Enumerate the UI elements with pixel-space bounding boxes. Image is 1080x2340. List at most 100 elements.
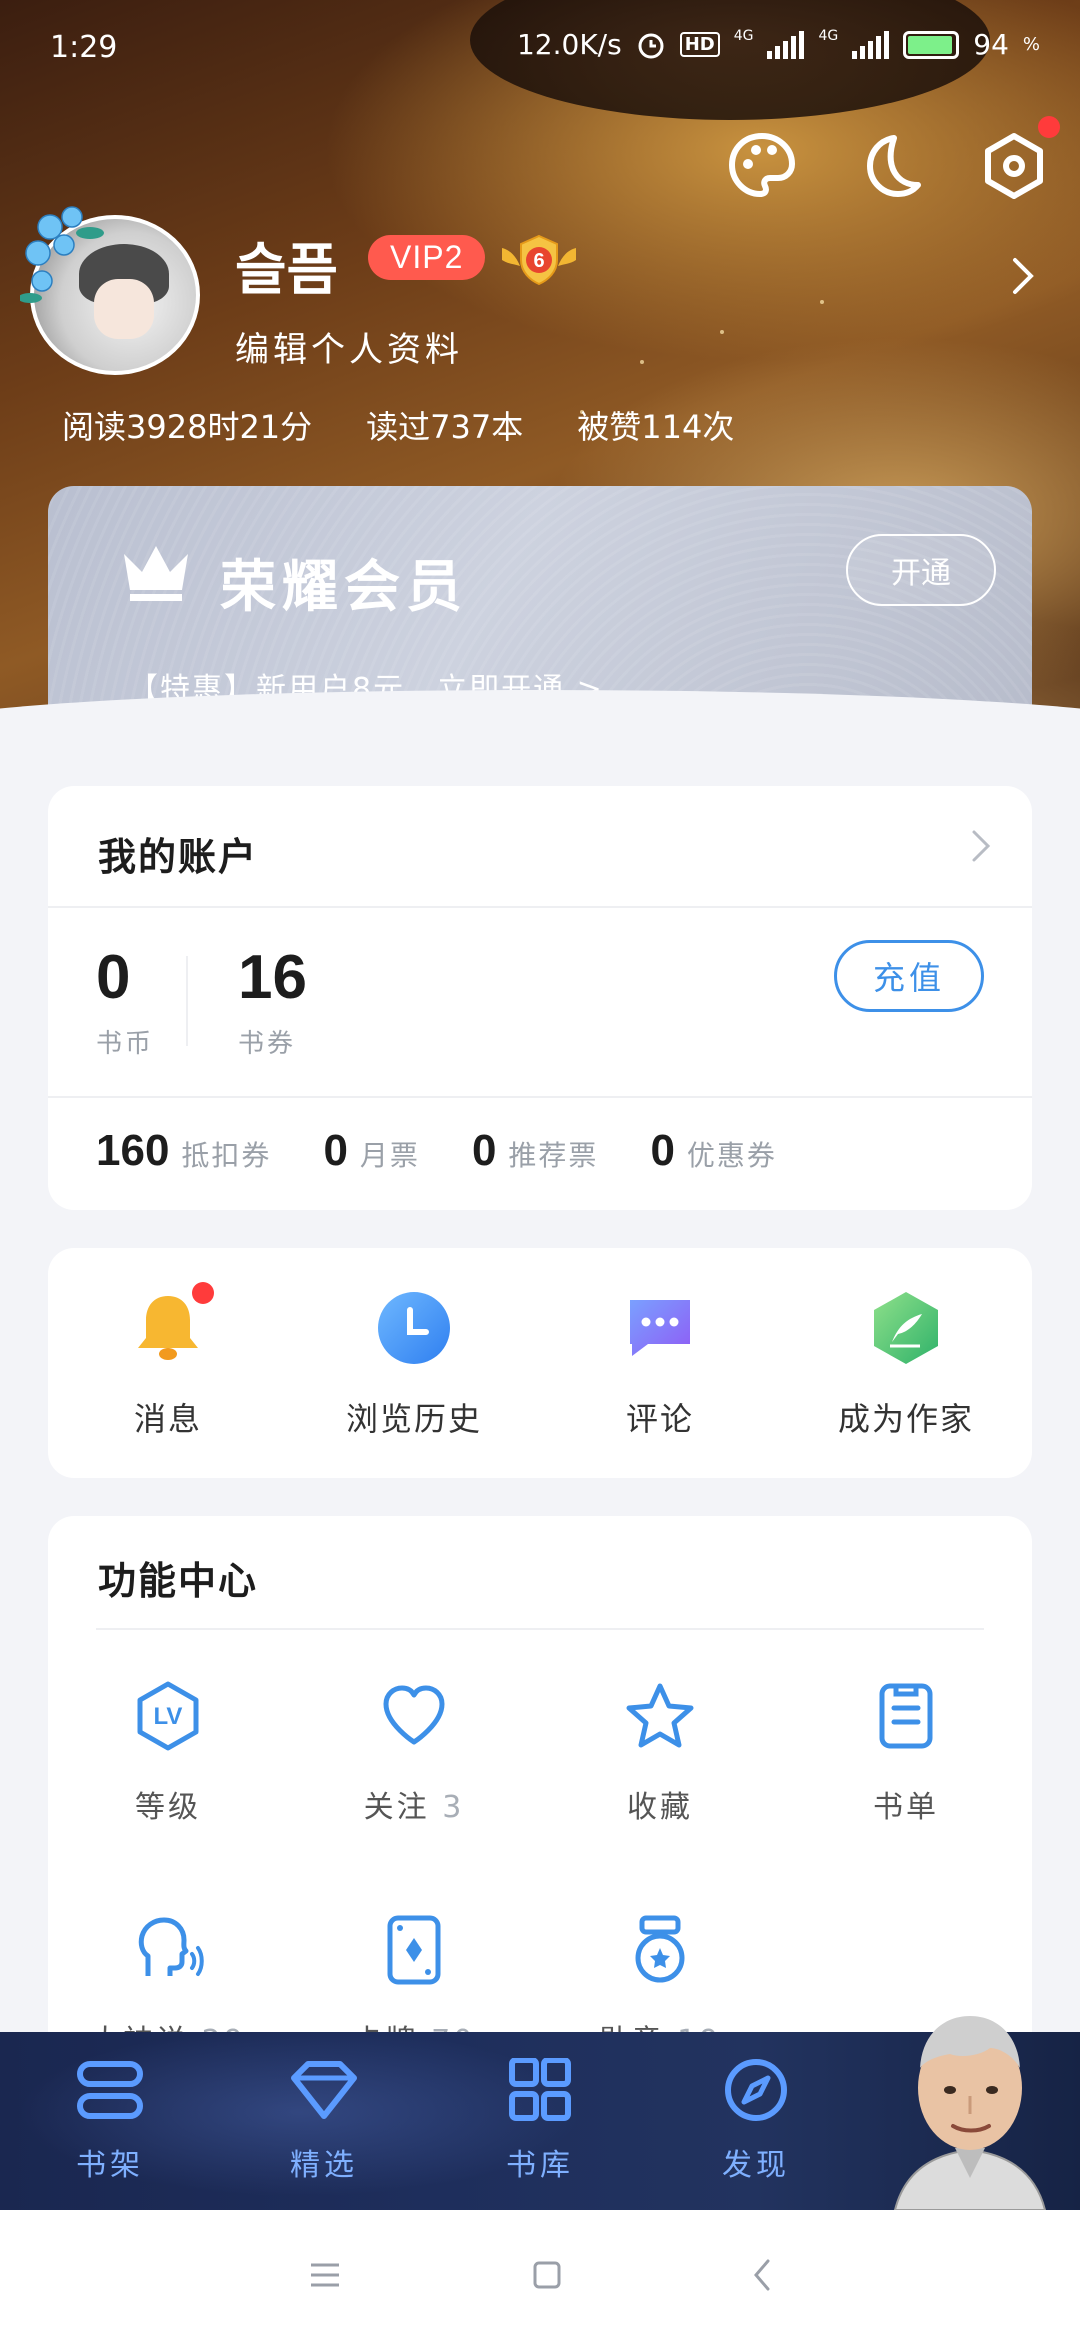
- ticket-coupon[interactable]: 0 优惠券: [650, 1126, 777, 1176]
- quick-label: 成为作家: [837, 1400, 974, 1438]
- net-speed: 12.0K/s: [516, 28, 622, 61]
- moon-icon[interactable]: [850, 128, 926, 204]
- percent-sign: %: [1022, 34, 1040, 55]
- func-count: 3: [442, 1790, 465, 1825]
- level-badge[interactable]: 6: [498, 232, 580, 288]
- ticket-label: 推荐票: [508, 1139, 599, 1172]
- status-bar: 1:29 12.0K/s HD 4G 4G 94 %: [0, 0, 1080, 96]
- func-favorites[interactable]: 收藏: [560, 1678, 760, 1826]
- settings-icon[interactable]: [976, 116, 1060, 204]
- chat-bubble-icon: [620, 1288, 700, 1368]
- nav-library[interactable]: 书库: [470, 2057, 610, 2184]
- func-level[interactable]: LV 等级: [68, 1678, 268, 1826]
- vip-title: 荣耀会员: [220, 555, 468, 620]
- likes-count: 被赞114次: [577, 408, 735, 446]
- flower-decoration: [20, 206, 104, 303]
- feather-icon: [866, 1288, 946, 1368]
- palette-icon[interactable]: [724, 128, 800, 204]
- profile-header: 1:29 12.0K/s HD 4G 4G 94 % 슬픔 VIP2 6 编辑个…: [0, 0, 1080, 720]
- divider: [48, 1096, 1032, 1098]
- edit-profile-link[interactable]: 编辑个人资料: [235, 322, 463, 371]
- vip-membership-card[interactable]: 荣耀会员 开通 【特惠】新用户8元，立即开通 >: [48, 486, 1032, 720]
- nav-label: 精选: [290, 2148, 358, 2183]
- battery-level: 94: [973, 28, 1009, 61]
- nav-label: 发现: [722, 2148, 790, 2183]
- alarm-icon: [638, 33, 664, 58]
- ticket-deduction[interactable]: 160 抵扣券: [96, 1126, 271, 1176]
- avatar[interactable]: [20, 206, 200, 375]
- ticket-value: 0: [471, 1126, 497, 1175]
- ticket-monthly[interactable]: 0 月票: [323, 1126, 420, 1176]
- nav-label: 书库: [506, 2148, 574, 2183]
- svg-text:LV: LV: [154, 1703, 183, 1730]
- func-follow[interactable]: 关注 3: [314, 1678, 514, 1826]
- sparkle: [820, 300, 824, 304]
- ticket-label: 月票: [359, 1139, 420, 1172]
- back-icon[interactable]: [752, 2258, 772, 2292]
- chevron-right-icon[interactable]: [970, 828, 992, 864]
- coins-value: 0: [96, 943, 131, 1012]
- header-actions: [724, 116, 1060, 204]
- books-read: 读过737本: [366, 408, 524, 446]
- function-center-title: 功能中心: [98, 1559, 259, 1603]
- crown-icon: [124, 546, 188, 601]
- speaking-head-icon: [138, 1917, 204, 1976]
- tickets-row: 160 抵扣券 0 月票 0 推荐票 0 优惠券: [96, 1126, 777, 1176]
- vouchers-label: 书券: [238, 1029, 297, 1059]
- quick-label: 评论: [625, 1400, 694, 1438]
- nav-discover[interactable]: 发现: [686, 2058, 826, 2184]
- quick-messages[interactable]: 消息: [68, 1282, 268, 1440]
- quick-actions-card: 消息 浏览历史 评论 成为作家: [48, 1248, 1032, 1478]
- nav-featured[interactable]: 精选: [254, 2058, 394, 2184]
- divider: [96, 1628, 984, 1630]
- nav-bookshelf[interactable]: 书架: [40, 2058, 180, 2184]
- account-card: 我的账户 0 书币 16 书券 充值 160 抵扣券 0 月票 0 推荐票 0 优惠券: [48, 786, 1032, 1210]
- bookshelf-icon: [77, 2061, 143, 2119]
- status-indicators: 12.0K/s HD 4G 4G 94 %: [517, 28, 1040, 61]
- battery-icon: [903, 30, 960, 59]
- signal-icon: [852, 30, 890, 59]
- compass-icon: [725, 2059, 787, 2121]
- func-booklist[interactable]: 书单: [806, 1678, 1006, 1826]
- nav-label: 书架: [76, 2148, 144, 2183]
- level-number: 6: [533, 250, 544, 272]
- func-label: 书单: [873, 1790, 939, 1825]
- ticket-label: 优惠券: [686, 1139, 777, 1172]
- quick-history[interactable]: 浏览历史: [314, 1288, 514, 1440]
- username: 슬픔: [235, 238, 339, 303]
- sparkle: [640, 360, 644, 364]
- account-title[interactable]: 我的账户: [98, 826, 258, 881]
- star-icon: [626, 1683, 694, 1748]
- recharge-button[interactable]: 充值: [834, 940, 984, 1012]
- notification-dot: [1038, 116, 1060, 138]
- vouchers-balance[interactable]: 16 书券: [238, 942, 307, 1060]
- vip-badge[interactable]: VIP2: [368, 235, 486, 280]
- coins-label: 书币: [96, 1029, 155, 1059]
- quick-become-writer[interactable]: 成为作家: [806, 1288, 1006, 1440]
- ticket-value: 0: [323, 1126, 348, 1175]
- medal-icon: [635, 1915, 685, 1983]
- function-center-card: 功能中心 LV 等级 关注 3 收藏 书单 大神说 29 卡牌 70 勋章 19: [48, 1516, 1032, 2076]
- signal-icon: [767, 30, 805, 59]
- home-square-icon[interactable]: [532, 2260, 562, 2290]
- net-type-2: 4G: [818, 28, 839, 44]
- menu-icon[interactable]: [308, 2261, 342, 2289]
- card-icon: [387, 1915, 441, 1985]
- func-label: 关注: [363, 1790, 430, 1825]
- reading-time: 阅读3928时21分: [62, 408, 313, 446]
- quick-label: 消息: [133, 1400, 202, 1438]
- notification-dot: [192, 1282, 214, 1304]
- vouchers-value: 16: [238, 943, 307, 1012]
- vip-open-button[interactable]: 开通: [846, 534, 996, 606]
- chevron-right-icon[interactable]: [1010, 256, 1036, 296]
- status-time: 1:29: [50, 30, 118, 65]
- func-label: 收藏: [627, 1790, 693, 1825]
- clock-icon: [374, 1288, 454, 1368]
- hd-icon: HD: [679, 32, 720, 57]
- coins-balance[interactable]: 0 书币: [96, 942, 154, 1060]
- quick-comments[interactable]: 评论: [560, 1288, 760, 1440]
- ticket-recommend[interactable]: 0 推荐票: [472, 1126, 599, 1176]
- mascot-character[interactable]: [875, 1998, 1065, 2210]
- document-icon: [879, 1683, 933, 1749]
- ticket-label: 抵扣券: [181, 1139, 272, 1172]
